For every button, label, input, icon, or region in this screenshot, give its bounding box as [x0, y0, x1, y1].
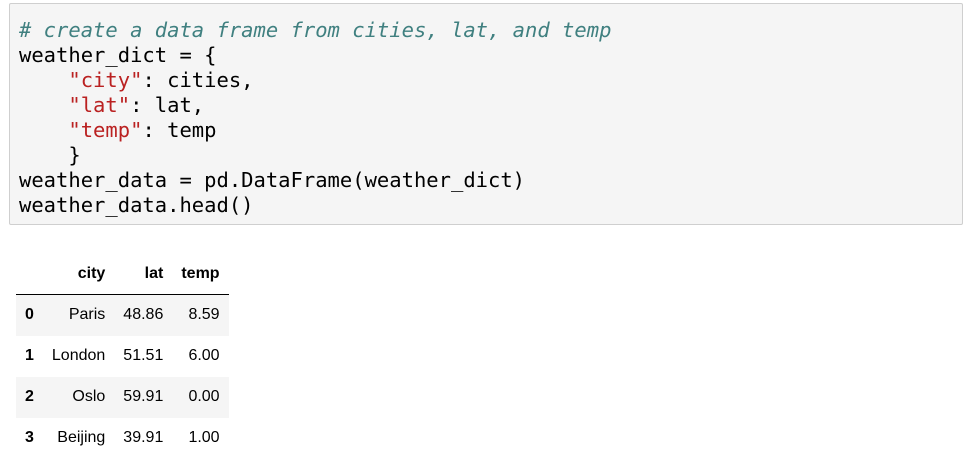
- code-editor[interactable]: # create a data frame from cities, lat, …: [10, 4, 962, 218]
- cell-city: Paris: [68, 306, 106, 324]
- row-index: 3: [25, 429, 34, 446]
- code-text: : temp: [142, 118, 217, 142]
- code-text: weather_data = pd.DataFrame(weather_dict…: [19, 168, 526, 192]
- code-line: "temp": temp: [19, 118, 962, 143]
- table-row: 1 London 51.51 6.00: [16, 335, 229, 377]
- code-line: }: [19, 143, 962, 168]
- cell-city: London: [51, 347, 106, 364]
- code-text: : lat,: [130, 93, 205, 117]
- table-row: 3 Beijing 39.91 1.00: [16, 417, 229, 459]
- cell-city: Beijing: [57, 429, 106, 446]
- cell-lat: 39.91: [123, 429, 164, 446]
- column-header-lat: lat: [114, 254, 173, 295]
- cell-temp: 1.00: [188, 429, 220, 446]
- code-string: "city": [68, 68, 143, 92]
- code-string: "temp": [68, 118, 143, 142]
- code-string: "lat": [68, 93, 131, 117]
- column-header-city: city: [42, 254, 115, 295]
- header-row: city lat temp: [16, 254, 229, 295]
- code-line: "lat": lat,: [19, 93, 962, 118]
- table-row: 2 Oslo 59.91 0.00: [16, 376, 229, 418]
- table-header: city lat temp: [16, 254, 229, 295]
- column-header-temp: temp: [172, 254, 229, 295]
- cell-temp: 8.59: [188, 306, 220, 324]
- dataframe-output-table: city lat temp 0 Paris 48.86 8.59 1 Londo…: [16, 254, 229, 459]
- code-line: # create a data frame from cities, lat, …: [19, 18, 962, 43]
- cell-city: Oslo: [72, 388, 106, 405]
- cell-temp: 6.00: [188, 347, 220, 364]
- index-column-header: [16, 254, 43, 295]
- cell-temp: 0.00: [188, 388, 220, 405]
- code-cell[interactable]: # create a data frame from cities, lat, …: [9, 3, 963, 225]
- cell-lat: 59.91: [123, 388, 164, 405]
- code-text: : cities,: [142, 68, 254, 92]
- row-index: 0: [25, 306, 34, 324]
- row-index: 2: [25, 388, 34, 405]
- cell-lat: 48.86: [123, 306, 164, 324]
- code-comment: # create a data frame from cities, lat, …: [19, 18, 612, 42]
- code-text: weather_data.head(): [19, 193, 254, 217]
- row-index: 1: [25, 347, 34, 364]
- code-text: }: [19, 143, 81, 167]
- code-text: weather_dict = {: [19, 43, 217, 67]
- table-body: 0 Paris 48.86 8.59 1 London 51.51 6.00 2…: [16, 294, 229, 459]
- code-line: weather_data.head(): [19, 193, 962, 218]
- cell-lat: 51.51: [123, 347, 164, 364]
- code-line: "city": cities,: [19, 68, 962, 93]
- table-row: 0 Paris 48.86 8.59: [16, 294, 229, 336]
- code-line: weather_dict = {: [19, 43, 962, 68]
- code-line: weather_data = pd.DataFrame(weather_dict…: [19, 168, 962, 193]
